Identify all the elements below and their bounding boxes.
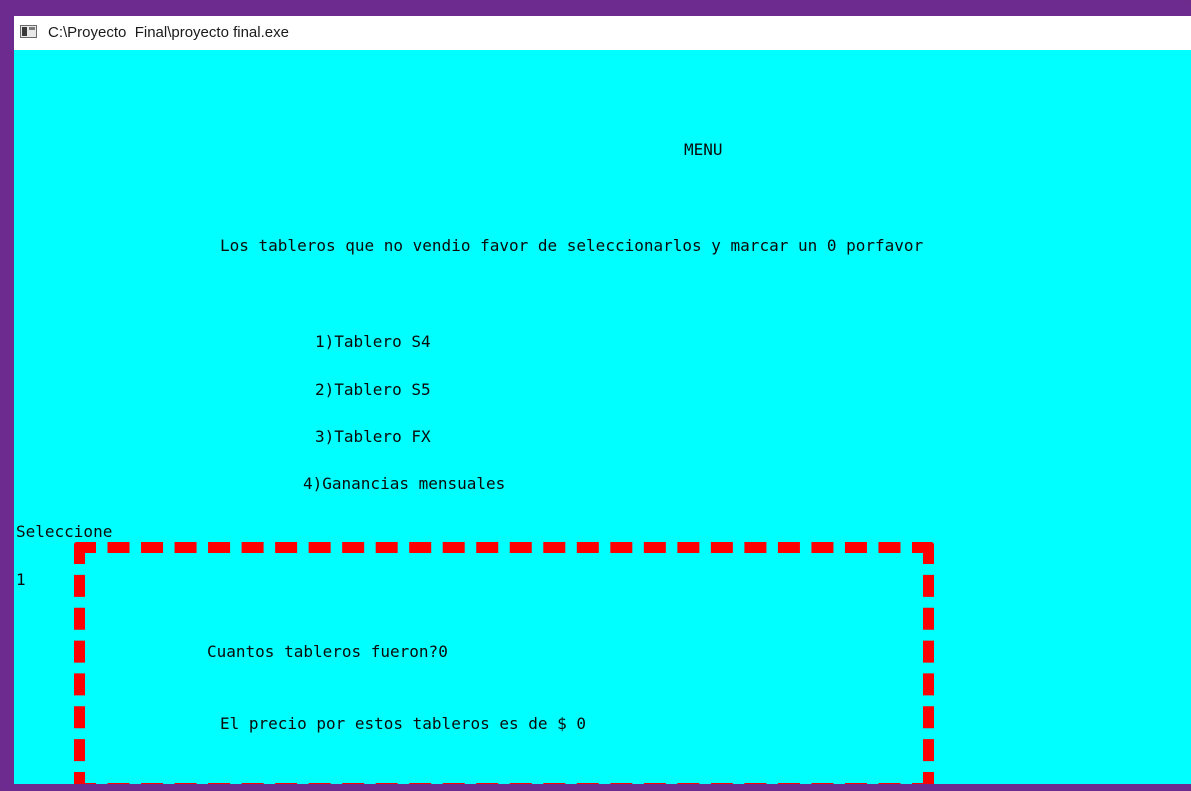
highlight-annotation-box xyxy=(74,542,934,784)
console-window[interactable]: C:\Proyecto Final\proyecto final.exe MEN… xyxy=(14,16,1191,784)
menu-heading: MENU xyxy=(684,140,723,159)
select-prompt: Seleccione xyxy=(16,522,113,541)
title-bar[interactable]: C:\Proyecto Final\proyecto final.exe xyxy=(14,16,1191,50)
instruction-text: Los tableros que no vendio favor de sele… xyxy=(220,236,924,255)
price-result: El precio por estos tableros es de $ 0 xyxy=(220,714,587,733)
window-title: C:\Proyecto Final\proyecto final.exe xyxy=(48,24,289,41)
menu-option-3: 3)Tablero FX xyxy=(315,427,431,446)
console-window-icon xyxy=(20,25,37,38)
menu-option-2: 2)Tablero S5 xyxy=(315,380,431,399)
selected-value: 1 xyxy=(16,570,26,589)
quantity-prompt: Cuantos tableros fueron?0 xyxy=(207,642,448,661)
menu-option-1: 1)Tablero S4 xyxy=(315,332,431,351)
console-output[interactable]: MENU Los tableros que no vendio favor de… xyxy=(14,50,1191,784)
menu-option-4: 4)Ganancias mensuales xyxy=(303,474,506,493)
